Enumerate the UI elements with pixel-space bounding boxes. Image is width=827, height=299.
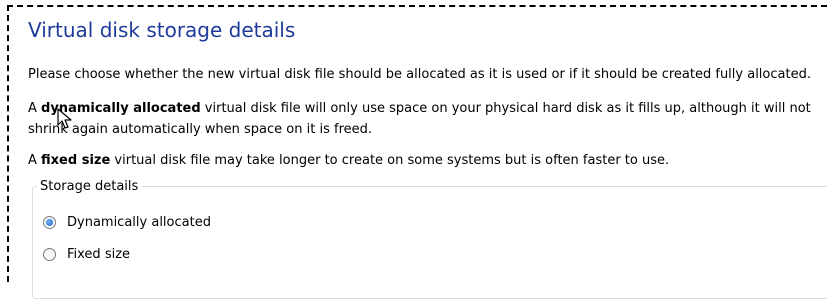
fixed-size-option[interactable]: Fixed size [43, 244, 130, 264]
storage-details-legend: Storage details [40, 179, 139, 194]
selection-border-top [7, 5, 827, 7]
fixed-desc-prefix: A [28, 153, 42, 168]
storage-details-group: Storage details [32, 179, 827, 299]
intro-text: Please choose whether the new virtual di… [28, 67, 811, 82]
dynamic-desc-line2: shrink again automatically when space on… [28, 122, 373, 137]
fixed-size-label[interactable]: Fixed size [67, 247, 130, 262]
fixed-description: A fixed size virtual disk file may take … [28, 150, 669, 171]
dynamically-allocated-label[interactable]: Dynamically allocated [67, 215, 211, 230]
dynamically-allocated-radio[interactable] [43, 215, 56, 229]
selection-border-left [7, 5, 9, 282]
page-title: Virtual disk storage details [28, 18, 296, 42]
dynamically-allocated-option[interactable]: Dynamically allocated [43, 212, 211, 232]
mouse-pointer-icon [57, 108, 72, 129]
fixed-size-radio[interactable] [43, 247, 56, 261]
dynamic-description: A dynamically allocated virtual disk fil… [28, 98, 811, 140]
fixed-desc-bold: fixed size [41, 153, 111, 168]
dynamic-desc-rest: virtual disk file will only use space on… [200, 101, 811, 116]
fixed-desc-rest: virtual disk file may take longer to cre… [110, 153, 670, 168]
dynamic-desc-prefix: A [28, 101, 42, 116]
